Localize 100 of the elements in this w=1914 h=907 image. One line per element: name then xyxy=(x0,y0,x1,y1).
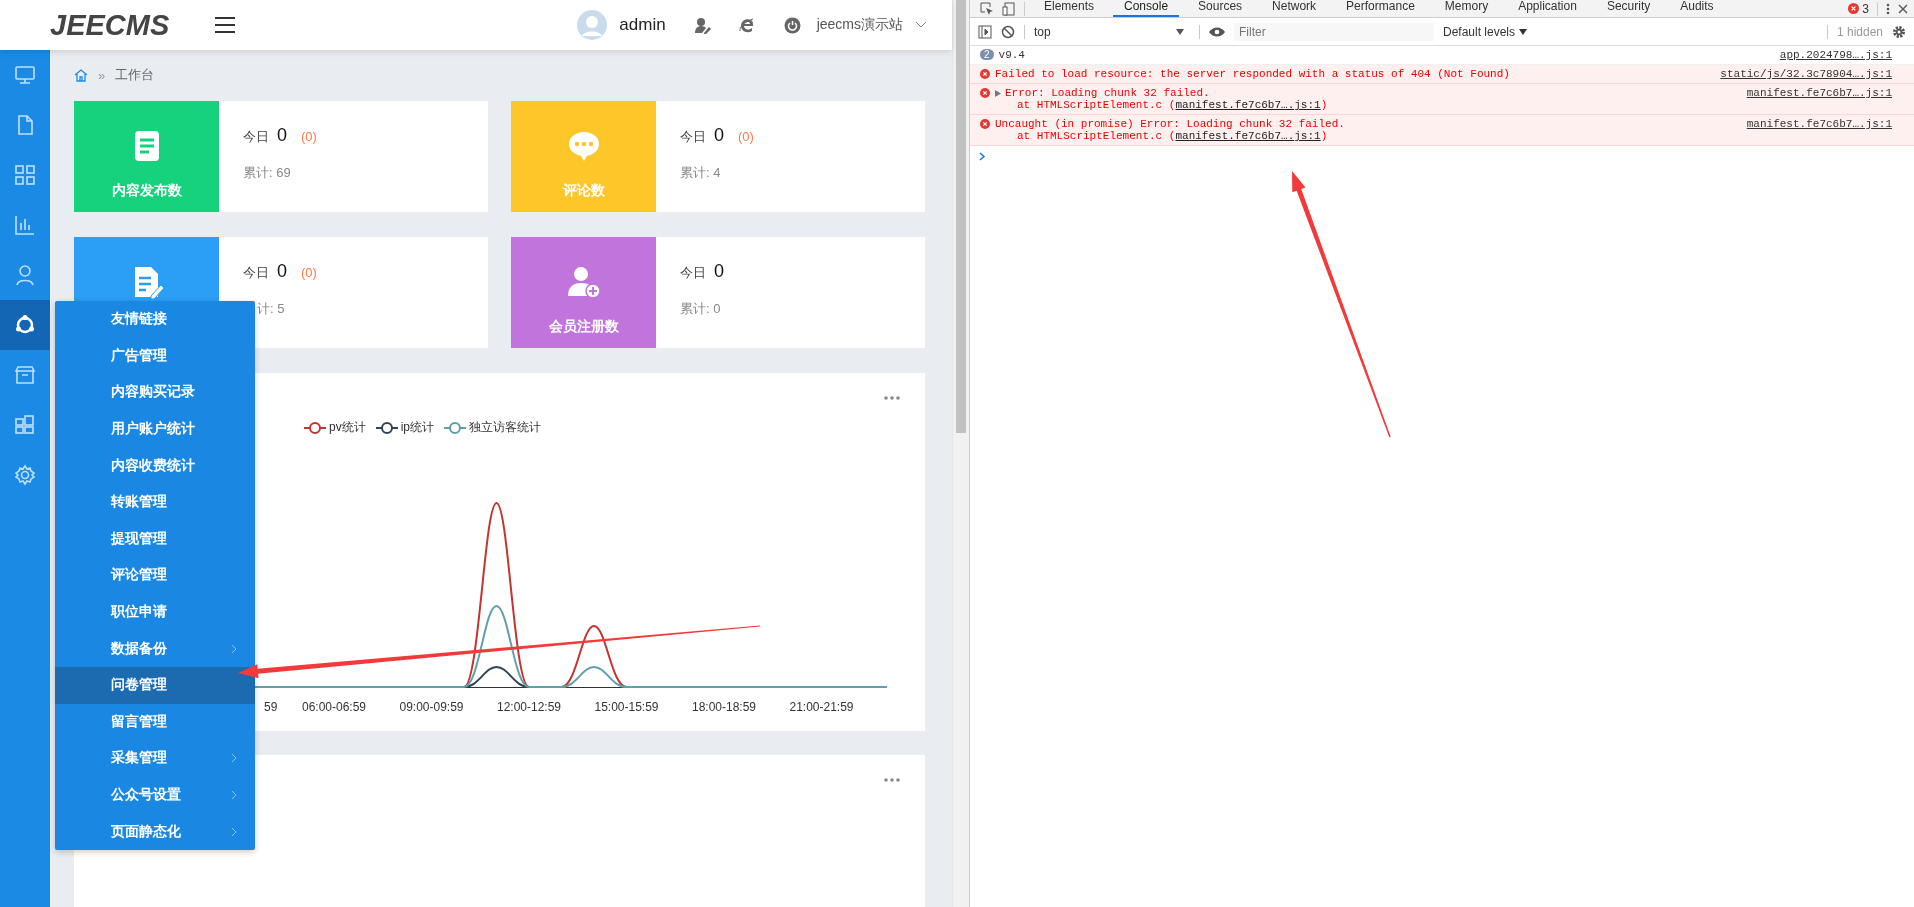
caret-icon[interactable] xyxy=(1519,28,1528,35)
hidden-count: 1 hidden xyxy=(1836,24,1883,39)
today-label: 今日 xyxy=(680,128,706,146)
site-selector[interactable]: jeecms演示站 xyxy=(816,16,903,34)
axis-label: 06:00-06:59 xyxy=(301,700,367,714)
legend-label[interactable]: ip统计 xyxy=(400,419,435,436)
more-icon[interactable] xyxy=(884,396,900,400)
message-text: Uncaught (in promise) Error: Loading chunk 32 failed. xyxy=(995,118,1345,130)
tiles-icon[interactable] xyxy=(14,414,36,436)
eye-icon[interactable] xyxy=(1209,26,1225,37)
today-change: (0) xyxy=(738,129,754,144)
devtools-tab[interactable]: Application xyxy=(1507,0,1588,17)
total-count: 累计: 4 xyxy=(680,164,722,182)
power-icon[interactable] xyxy=(783,16,801,34)
devtools-tab[interactable]: Network xyxy=(1261,0,1328,17)
total-count: 累计: 69 xyxy=(243,164,292,182)
devtools-tab[interactable]: Console xyxy=(1113,0,1180,17)
settings-icon[interactable] xyxy=(1892,24,1906,39)
menu-item[interactable]: 评论管理 xyxy=(55,557,255,594)
prompt-icon[interactable] xyxy=(979,152,986,161)
stack-trace: at HTMLScriptElement.c (manifest.fe7c6b7….js:1) xyxy=(1016,99,1329,111)
menu-item[interactable]: 内容收费统计 xyxy=(55,447,255,484)
user-name[interactable]: admin xyxy=(619,15,666,35)
home-icon[interactable] xyxy=(74,68,88,82)
stat-label: 评论数 xyxy=(562,182,605,200)
filter-field[interactable]: Filter xyxy=(1234,22,1434,41)
error-icon xyxy=(980,119,990,129)
legend-label[interactable]: pv统计 xyxy=(329,419,366,436)
menu-item[interactable]: 公众号设置 xyxy=(55,776,255,814)
legend-icon[interactable] xyxy=(304,421,326,434)
today-value: 0 xyxy=(714,261,724,282)
error-count[interactable]: 3 xyxy=(1862,1,1869,16)
clear-icon[interactable] xyxy=(1001,24,1015,39)
scrollbar-thumb[interactable] xyxy=(956,0,966,433)
axis-label: 09:00-09:59 xyxy=(399,700,464,714)
stat-label: 会员注册数 xyxy=(548,318,619,336)
source-link[interactable]: manifest.fe7c6b7….js:1 xyxy=(1175,99,1321,111)
menu-item[interactable]: 问卷管理 xyxy=(55,666,255,704)
menu-item[interactable]: 提现管理 xyxy=(55,520,255,558)
menu-item[interactable]: 页面静态化 xyxy=(55,813,255,850)
devtools-tab[interactable]: Security xyxy=(1595,0,1662,17)
devtools-tab[interactable]: Memory xyxy=(1433,0,1500,17)
menu-item[interactable]: 采集管理 xyxy=(55,740,255,777)
axis-label: 15:00-15:59 xyxy=(594,700,659,714)
menu-icon[interactable] xyxy=(215,17,236,33)
total-count: 累计: 0 xyxy=(680,300,722,318)
chevron-down-icon[interactable] xyxy=(915,21,927,29)
source-link[interactable]: manifest.fe7c6b7….js:1 xyxy=(1175,130,1321,142)
error-icon xyxy=(980,69,990,79)
legend-icon[interactable] xyxy=(375,421,398,434)
source-link[interactable]: static/js/32.3c78904….js:1 xyxy=(1720,68,1892,80)
menu-item[interactable]: 用户账户统计 xyxy=(55,410,255,448)
source-link[interactable]: manifest.fe7c6b7….js:1 xyxy=(1746,118,1892,130)
more-icon[interactable] xyxy=(884,778,900,782)
devtools-tab[interactable]: Elements xyxy=(1033,0,1106,17)
context-select[interactable]: top xyxy=(1034,24,1190,39)
sidebar-item[interactable] xyxy=(0,300,50,350)
devtools-tab[interactable]: Audits xyxy=(1669,0,1725,17)
close-icon[interactable] xyxy=(1898,3,1908,14)
today-value: 0 xyxy=(714,125,724,146)
menu-item[interactable]: 数据备份 xyxy=(55,630,255,667)
device-icon[interactable] xyxy=(1002,1,1016,16)
total-count: 计: 5 xyxy=(257,300,286,318)
user-icon[interactable] xyxy=(14,264,36,286)
source-link[interactable]: app.2024798….js:1 xyxy=(1779,49,1892,61)
menu-item[interactable]: 内容购买记录 xyxy=(55,374,255,411)
today-change: (0) xyxy=(301,265,317,280)
menu-item[interactable]: 广告管理 xyxy=(55,337,255,375)
caret-icon[interactable] xyxy=(1176,28,1184,35)
legend-label[interactable]: 独立访客统计 xyxy=(469,419,542,436)
nodes-icon[interactable] xyxy=(14,314,36,336)
today-label: 今日 xyxy=(243,264,269,282)
browser-icon[interactable] xyxy=(738,16,756,34)
scrollbar[interactable] xyxy=(952,0,969,907)
grid-icon[interactable] xyxy=(14,164,36,186)
devtools-tab[interactable]: Performance xyxy=(1335,0,1426,17)
menu-item[interactable]: 转账管理 xyxy=(55,483,255,521)
menu-item[interactable]: 职位申请 xyxy=(55,593,255,631)
today-label: 今日 xyxy=(243,128,269,146)
bar-chart-icon[interactable] xyxy=(14,214,36,236)
today-value: 0 xyxy=(277,261,287,282)
sidebar-toggle-icon[interactable] xyxy=(978,24,992,39)
axis-label: 18:00-18:59 xyxy=(691,700,757,714)
stat-icon xyxy=(565,264,602,300)
inspect-icon[interactable] xyxy=(980,1,994,16)
axis-label: 59 xyxy=(264,700,278,714)
source-link[interactable]: manifest.fe7c6b7….js:1 xyxy=(1746,87,1892,99)
stat-label: 内容发布数 xyxy=(111,182,182,200)
levels-dropdown[interactable]: Default levels xyxy=(1443,24,1528,39)
error-icon[interactable] xyxy=(1848,3,1860,14)
kebab-menu-icon[interactable] xyxy=(1886,2,1890,15)
user-edit-icon[interactable] xyxy=(693,16,711,34)
menu-item[interactable]: 留言管理 xyxy=(55,703,255,741)
devtools-tab[interactable]: Sources xyxy=(1187,0,1254,17)
expand-icon[interactable] xyxy=(995,89,1001,97)
axis-label: 21:00-21:59 xyxy=(789,700,854,714)
menu-item[interactable]: 友情链接 xyxy=(55,301,255,338)
message-text: Error: Loading chunk 32 failed. xyxy=(1005,87,1210,99)
store-icon[interactable] xyxy=(14,364,36,386)
monitor-icon[interactable] xyxy=(14,64,36,86)
